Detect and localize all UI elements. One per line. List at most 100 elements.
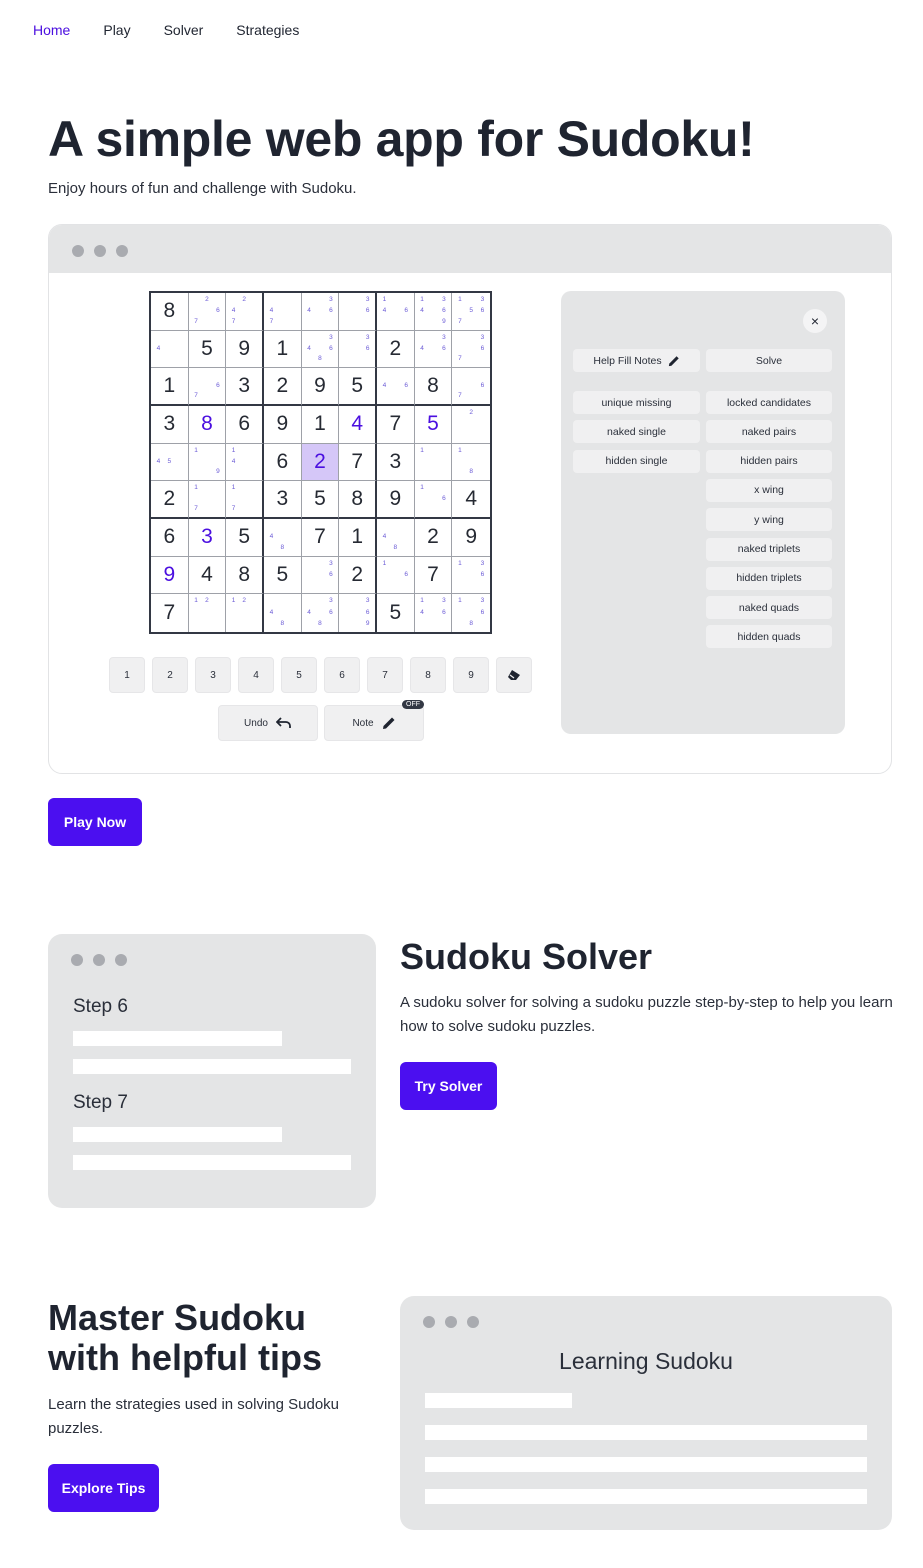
strategy-button[interactable]: hidden quads [706,625,832,649]
strategy-button[interactable]: y wing [706,508,832,532]
sudoku-cell[interactable]: 3 [377,443,415,482]
sudoku-cell[interactable]: 5 [226,519,264,557]
sudoku-cell[interactable]: 24 7 [226,293,264,331]
sudoku-cell[interactable]: 16 [414,481,453,519]
note-button[interactable]: Note OFF [324,700,424,741]
sudoku-cell[interactable]: 3 [188,519,227,557]
sudoku-cell[interactable]: 36 [301,556,340,595]
strategy-button[interactable]: naked single [573,420,700,444]
nav-play[interactable]: Play [103,22,130,38]
sudoku-cell[interactable]: 3 4 6 [301,293,340,331]
number-key[interactable]: 6 [324,657,360,693]
sudoku-cell[interactable]: 8 [151,293,189,331]
number-key[interactable]: 8 [410,657,446,693]
sudoku-cell[interactable]: 9 [264,406,302,444]
sudoku-cell[interactable]: 67 [188,368,227,406]
solve-button[interactable]: Solve [706,349,832,372]
nav-strategies[interactable]: Strategies [236,22,299,38]
nav-home[interactable]: Home [33,22,70,38]
sudoku-cell[interactable]: 2 [339,556,377,595]
sudoku-cell[interactable]: 1 356 7 [452,293,490,331]
sudoku-cell[interactable]: 1 [301,406,340,444]
sudoku-cell[interactable]: 8 [339,481,377,519]
strategy-button[interactable]: locked candidates [706,391,832,414]
sudoku-cell[interactable]: 5 [414,406,453,444]
sudoku-cell[interactable]: 9 [301,368,340,406]
sudoku-cell[interactable]: 6 [151,519,189,557]
strategy-button[interactable]: naked pairs [706,420,832,444]
sudoku-cell[interactable]: 4 [452,481,490,519]
sudoku-cell[interactable]: 17 [226,481,264,519]
sudoku-cell[interactable]: 3 4 68 [301,330,340,369]
number-key[interactable]: 1 [109,657,145,693]
number-key[interactable]: 3 [195,657,231,693]
strategy-button[interactable]: x wing [706,478,832,502]
sudoku-cell[interactable]: 9 [226,330,264,369]
sudoku-cell[interactable]: 5 [301,481,340,519]
sudoku-cell[interactable]: 48 [377,519,415,557]
sudoku-cell[interactable]: 5 [188,330,227,369]
sudoku-cell[interactable]: 7 [414,556,453,595]
sudoku-cell[interactable]: 47 [264,293,302,331]
sudoku-cell[interactable]: 3 [226,368,264,406]
strategy-button[interactable]: hidden pairs [706,449,832,473]
sudoku-cell[interactable]: 7 [377,406,415,444]
strategy-button[interactable]: hidden single [573,449,700,473]
sudoku-cell[interactable]: 5 [339,368,377,406]
sudoku-cell[interactable]: 67 [452,368,490,406]
sudoku-cell[interactable]: 1 3 6 [452,557,490,595]
sudoku-cell[interactable]: 14 [226,443,264,482]
play-now-button[interactable]: Play Now [48,798,142,846]
sudoku-cell[interactable]: 6 [264,443,302,482]
sudoku-cell[interactable]: 1 3 68 [452,594,490,632]
sudoku-cell[interactable]: 2 [377,330,415,369]
sudoku-cell[interactable]: 17 [188,481,227,519]
strategy-button[interactable]: naked triplets [706,537,832,561]
number-key[interactable]: 9 [453,657,489,693]
sudoku-cell[interactable]: 8 [226,556,264,595]
sudoku-cell[interactable]: 4 [339,406,377,444]
sudoku-cell[interactable]: 26 7 [188,293,227,331]
sudoku-cell[interactable]: 7 [301,519,340,557]
number-key[interactable]: 4 [238,657,274,693]
eraser-button[interactable] [496,657,532,693]
sudoku-cell[interactable]: 1 4 6 [377,293,415,331]
sudoku-cell[interactable]: 1 [264,330,302,369]
sudoku-cell[interactable]: 4 [151,330,189,369]
sudoku-cell[interactable]: 19 [188,443,227,482]
sudoku-cell[interactable]: 48 [264,519,302,557]
sudoku-cell[interactable]: 8 [188,406,227,444]
sudoku-cell[interactable]: 18 [452,444,490,482]
sudoku-cell[interactable]: 7 [339,443,377,482]
sudoku-cell[interactable]: 6 [226,406,264,444]
sudoku-cell[interactable]: 2 [452,406,490,444]
sudoku-cell[interactable]: 36 [339,330,377,369]
sudoku-cell[interactable]: 9 [151,556,189,595]
sudoku-cell[interactable]: 36 [339,293,377,331]
undo-button[interactable]: Undo [218,705,318,741]
strategy-button[interactable]: naked quads [706,596,832,620]
sudoku-cell[interactable]: 16 [377,556,415,595]
sudoku-cell[interactable]: 1 [339,519,377,557]
sudoku-cell[interactable]: 1 3 4 6 9 [414,293,453,331]
sudoku-cell[interactable]: 9 [452,519,490,557]
sudoku-cell[interactable]: 3 4 6 [414,330,453,369]
nav-solver[interactable]: Solver [164,22,204,38]
sudoku-cell[interactable]: 3 [264,481,302,519]
number-key[interactable]: 2 [152,657,188,693]
help-fill-notes-button[interactable]: Help Fill Notes [573,349,700,372]
sudoku-cell[interactable]: 3 6 9 [339,594,377,632]
sudoku-cell[interactable]: 3 4 68 [302,594,340,632]
sudoku-cell[interactable]: 48 [264,594,302,632]
sudoku-cell[interactable]: 5 [264,556,302,595]
strategy-button[interactable]: unique missing [573,391,700,414]
number-key[interactable]: 7 [367,657,403,693]
try-solver-button[interactable]: Try Solver [400,1062,497,1110]
sudoku-cell[interactable]: 3 6 7 [452,331,490,369]
sudoku-cell[interactable]: 7 [151,594,189,632]
sudoku-cell[interactable]: 46 [377,368,415,406]
sudoku-cell[interactable]: 12 [189,594,227,632]
number-key[interactable]: 5 [281,657,317,693]
sudoku-cell[interactable]: 2 [151,481,189,519]
sudoku-cell[interactable]: 4 [188,556,227,595]
